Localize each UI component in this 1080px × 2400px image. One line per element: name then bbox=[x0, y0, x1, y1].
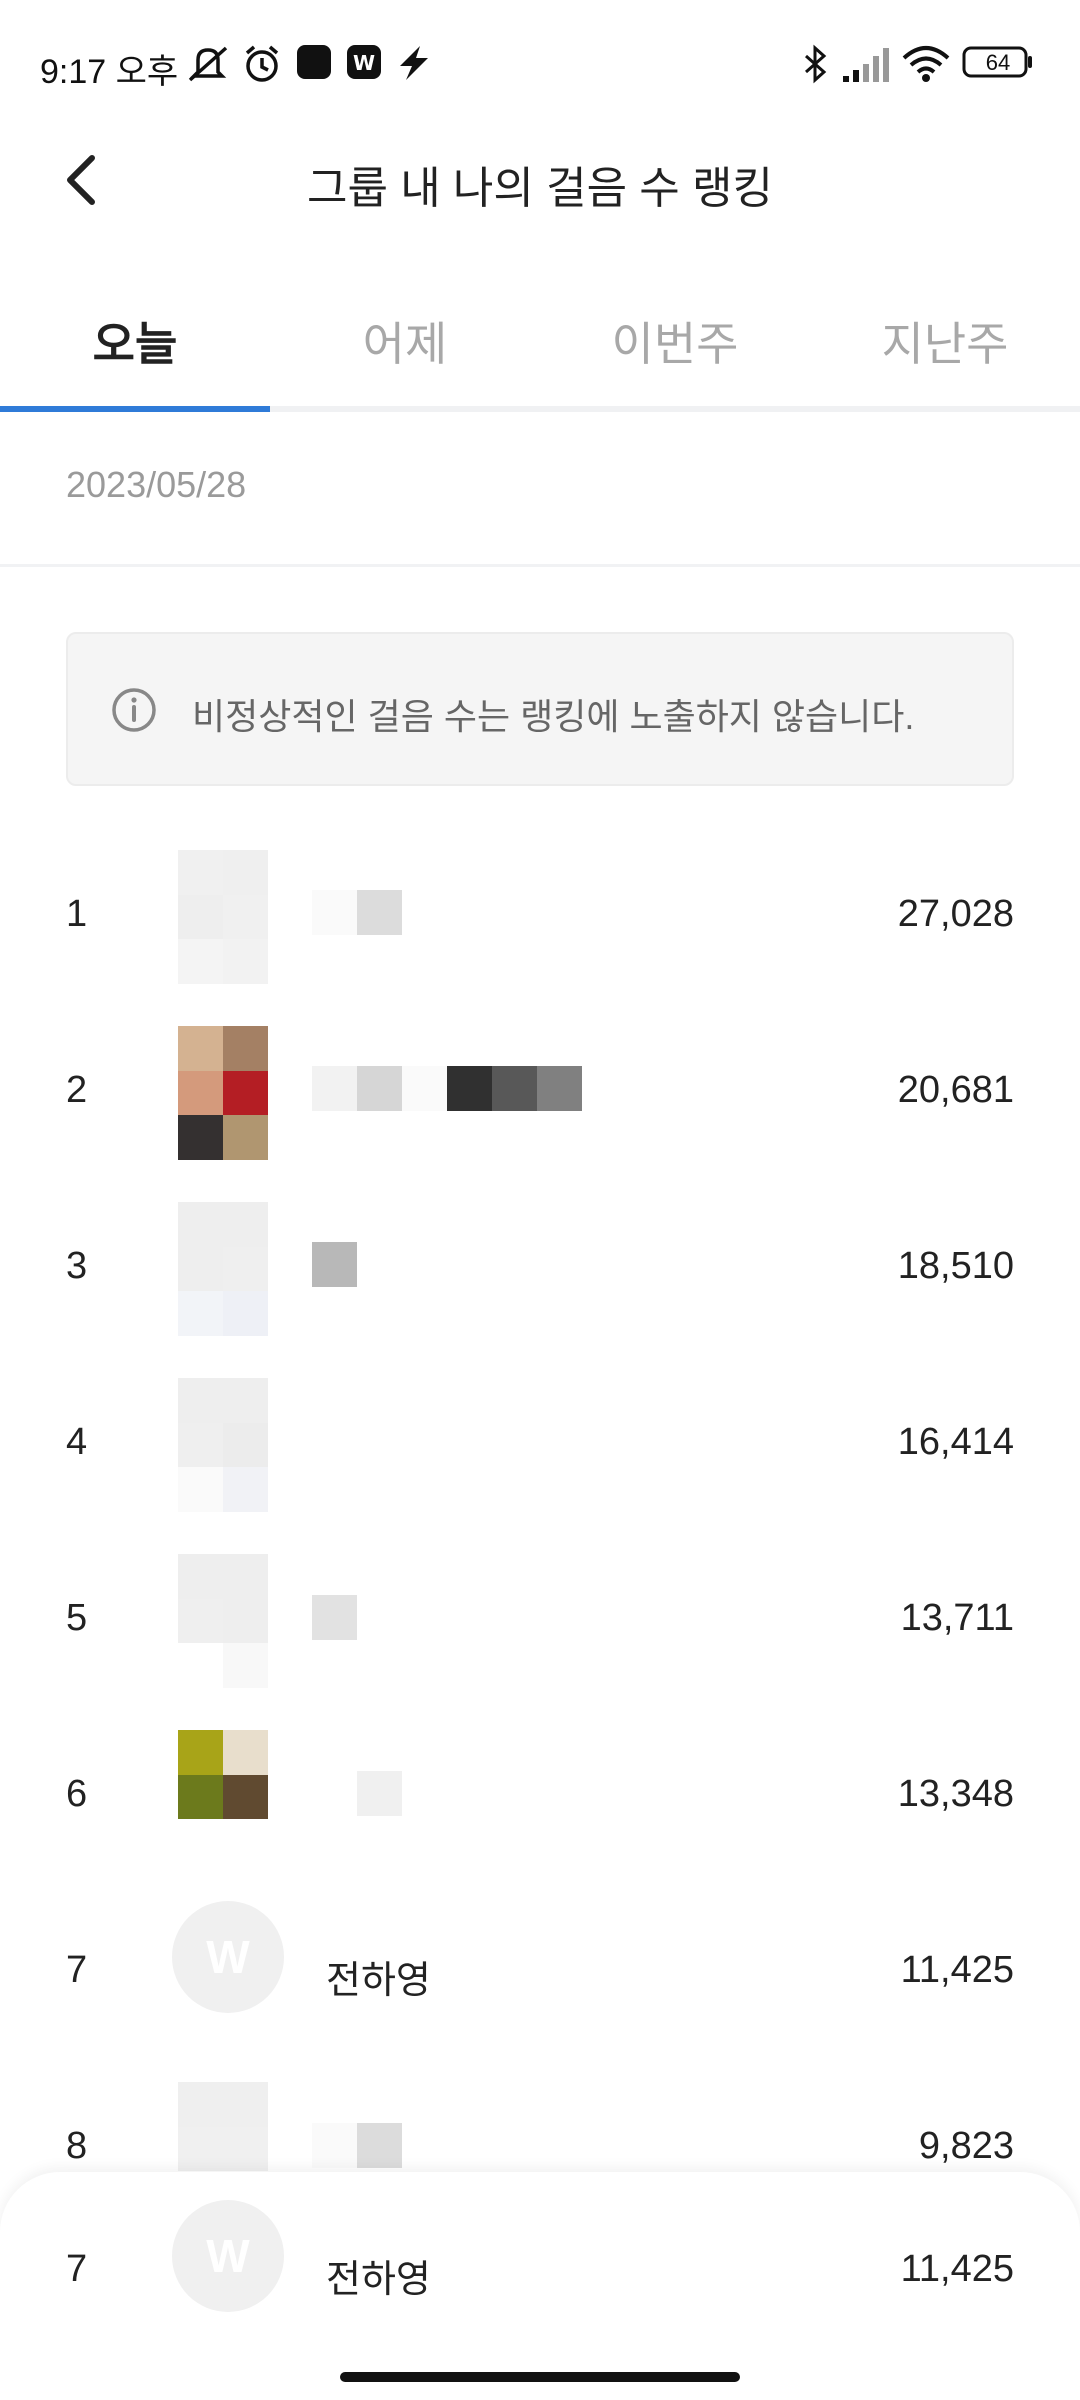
rank-number: 7 bbox=[66, 2248, 88, 2290]
rank-number: 7 bbox=[66, 1949, 88, 1991]
rank-number: 4 bbox=[66, 1421, 88, 1463]
avatar-letter: W bbox=[206, 1931, 250, 1983]
notice-banner: 비정상적인 걸음 수는 랭킹에 노출하지 않습니다. bbox=[66, 632, 1014, 786]
date-row: 2023/05/28 bbox=[0, 412, 1080, 567]
signal-icon bbox=[842, 44, 890, 89]
my-rank-row[interactable]: 7 W 전하영 11,425 bbox=[0, 2200, 1080, 2376]
app-black-icon bbox=[296, 44, 332, 85]
tab-today[interactable]: 오늘 bbox=[0, 308, 270, 374]
tab-bar: 오늘 어제 이번주 지난주 bbox=[0, 280, 1080, 412]
app-w-icon: W bbox=[346, 44, 382, 85]
rank-number: 8 bbox=[66, 2125, 88, 2167]
tab-this-week[interactable]: 이번주 bbox=[540, 308, 810, 374]
user-name-redacted bbox=[312, 890, 402, 935]
rank-number: 5 bbox=[66, 1597, 88, 1639]
ranking-row[interactable]: 4 16,414 bbox=[0, 1373, 1080, 1549]
status-bar: 9:17 오후 W 64 bbox=[0, 0, 1080, 130]
page-title: 그룹 내 나의 걸음 수 랭킹 bbox=[307, 164, 773, 213]
header: 그룹 내 나의 걸음 수 랭킹 bbox=[0, 130, 1080, 230]
flash-icon bbox=[394, 44, 434, 87]
user-name-redacted bbox=[312, 2123, 402, 2168]
battery-level: 64 bbox=[985, 50, 1011, 75]
step-count: 11,425 bbox=[900, 1949, 1014, 1991]
tab-yesterday[interactable]: 어제 bbox=[270, 308, 540, 374]
date-label: 2023/05/28 bbox=[66, 464, 247, 505]
avatar bbox=[178, 1202, 268, 1336]
avatar bbox=[178, 850, 268, 984]
my-rank-sheet: 7 W 전하영 11,425 bbox=[0, 2172, 1080, 2400]
rank-number: 6 bbox=[66, 1773, 88, 1815]
avatar: W bbox=[172, 1901, 284, 2013]
ranking-row[interactable]: 6 13,348 bbox=[0, 1725, 1080, 1901]
notice-text: 비정상적인 걸음 수는 랭킹에 노출하지 않습니다. bbox=[192, 696, 915, 737]
user-name: 전하영 bbox=[326, 2259, 431, 2301]
avatar bbox=[178, 1026, 268, 1160]
avatar bbox=[178, 1378, 268, 1512]
wifi-icon bbox=[902, 44, 950, 89]
bluetooth-icon bbox=[802, 44, 830, 89]
home-indicator[interactable] bbox=[340, 2372, 740, 2382]
step-count: 13,711 bbox=[900, 1597, 1014, 1639]
user-name-redacted bbox=[312, 1066, 582, 1111]
step-count: 18,510 bbox=[897, 1245, 1014, 1287]
info-icon bbox=[110, 686, 158, 739]
user-name: 전하영 bbox=[326, 1960, 431, 2002]
ranking-row[interactable]: 3 18,510 bbox=[0, 1197, 1080, 1373]
ranking-row[interactable]: 7 W 전하영 11,425 bbox=[0, 1901, 1080, 2077]
status-time: 9:17 오후 bbox=[40, 53, 179, 91]
rank-number: 2 bbox=[66, 1069, 88, 1111]
step-count: 9,823 bbox=[918, 2125, 1014, 2167]
ranking-row[interactable]: 5 13,711 bbox=[0, 1549, 1080, 1725]
step-count: 16,414 bbox=[897, 1421, 1014, 1463]
alarm-icon bbox=[242, 44, 282, 89]
step-count: 27,028 bbox=[897, 893, 1014, 935]
mute-icon bbox=[186, 44, 230, 89]
user-name-redacted bbox=[312, 1595, 357, 1640]
ranking-row[interactable]: 2 20,681 bbox=[0, 1021, 1080, 1197]
user-name-redacted bbox=[312, 1771, 402, 1816]
svg-text:W: W bbox=[353, 51, 375, 75]
tab-last-week[interactable]: 지난주 bbox=[810, 308, 1080, 374]
user-name-redacted bbox=[312, 1242, 357, 1287]
avatar: W bbox=[172, 2200, 284, 2312]
step-count: 11,425 bbox=[900, 2248, 1014, 2290]
step-count: 13,348 bbox=[897, 1773, 1014, 1815]
avatar bbox=[178, 1554, 268, 1688]
avatar bbox=[178, 1730, 268, 1864]
rank-number: 1 bbox=[66, 893, 88, 935]
step-count: 20,681 bbox=[897, 1069, 1014, 1111]
avatar-letter: W bbox=[206, 2230, 250, 2282]
ranking-row[interactable]: 1 27,028 bbox=[0, 845, 1080, 1021]
rank-number: 3 bbox=[66, 1245, 88, 1287]
